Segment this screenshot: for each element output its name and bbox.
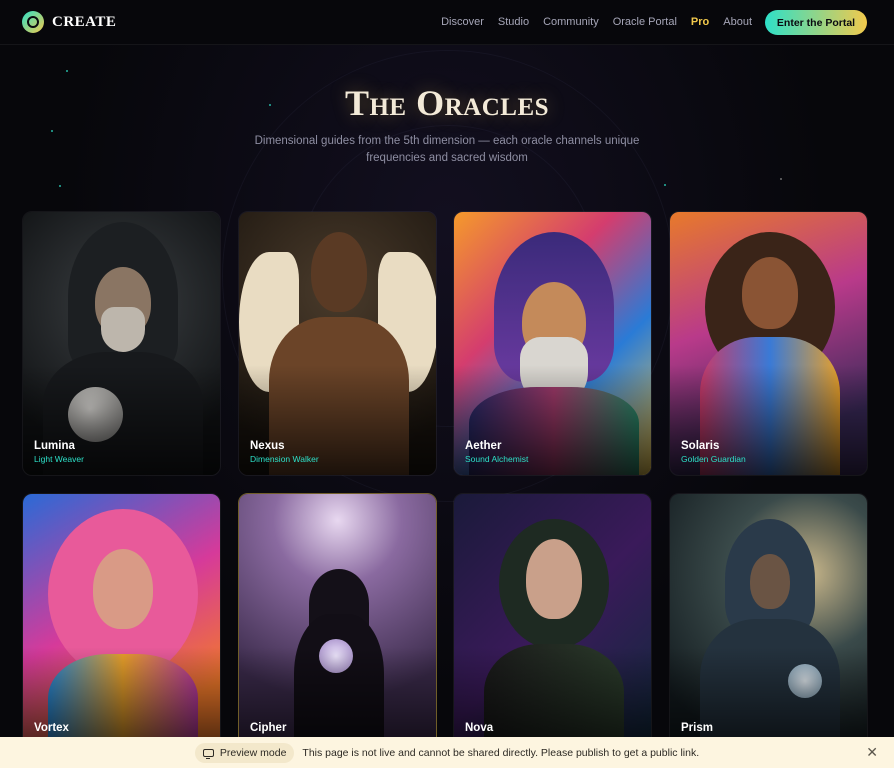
oracle-name: Prism	[681, 722, 713, 734]
logo[interactable]: CREATE	[22, 10, 116, 34]
oracle-card-lumina[interactable]: Lumina Light Weaver	[22, 211, 221, 476]
oracle-card-vortex[interactable]: Vortex	[22, 493, 221, 758]
star	[664, 184, 666, 186]
nav-link-community[interactable]: Community	[543, 16, 599, 28]
oracle-name: Nexus	[250, 440, 285, 452]
oracle-name: Aether	[465, 440, 502, 452]
oracle-name: Solaris	[681, 440, 720, 452]
page-subtitle: Dimensional guides from the 5th dimensio…	[254, 135, 640, 164]
oracle-card-prism[interactable]: Prism	[669, 493, 868, 758]
page-title: The Oracles	[344, 83, 550, 123]
preview-mode-label: Preview mode	[219, 746, 287, 759]
oracle-name: Lumina	[34, 440, 75, 452]
close-icon[interactable]: ✕	[866, 745, 878, 759]
nav-link-studio[interactable]: Studio	[498, 16, 529, 28]
oracle-card-solaris[interactable]: Solaris Golden Guardian	[669, 211, 868, 476]
oracle-card-aether[interactable]: Aether Sound Alchemist	[453, 211, 652, 476]
star	[59, 185, 61, 187]
star	[51, 130, 53, 132]
oracle-role: Dimension Walker	[250, 454, 319, 464]
oracle-role: Golden Guardian	[681, 454, 746, 464]
preview-mode-badge: Preview mode	[194, 742, 295, 763]
oracle-card-nova[interactable]: Nova	[453, 493, 652, 758]
oracle-role: Sound Alchemist	[465, 454, 529, 464]
oracle-name: Vortex	[34, 722, 69, 734]
oracle-role: Light Weaver	[34, 454, 84, 464]
nav-link-about[interactable]: About	[723, 16, 752, 28]
logo-icon	[22, 11, 44, 33]
oracle-card-cipher[interactable]: Cipher	[238, 493, 437, 758]
monitor-icon	[202, 748, 214, 759]
preview-message: This page is not live and cannot be shar…	[302, 746, 700, 759]
enter-portal-button[interactable]: Enter the Portal	[765, 10, 867, 35]
preview-banner: Preview mode This page is not live and c…	[0, 737, 894, 768]
nav-link-discover[interactable]: Discover	[441, 16, 484, 28]
oracle-card-nexus[interactable]: Nexus Dimension Walker	[238, 211, 437, 476]
oracle-name: Nova	[465, 722, 494, 734]
star	[780, 178, 782, 180]
top-nav: CREATE Discover Studio Community Oracle …	[0, 0, 894, 45]
nav-link-oracle-portal[interactable]: Oracle Portal	[613, 16, 677, 28]
nav-link-pro[interactable]: Pro	[691, 16, 709, 28]
oracle-name: Cipher	[250, 722, 287, 734]
brand-name: CREATE	[52, 13, 117, 30]
star	[66, 70, 68, 72]
nav-links: Discover Studio Community Oracle Portal …	[441, 0, 752, 44]
